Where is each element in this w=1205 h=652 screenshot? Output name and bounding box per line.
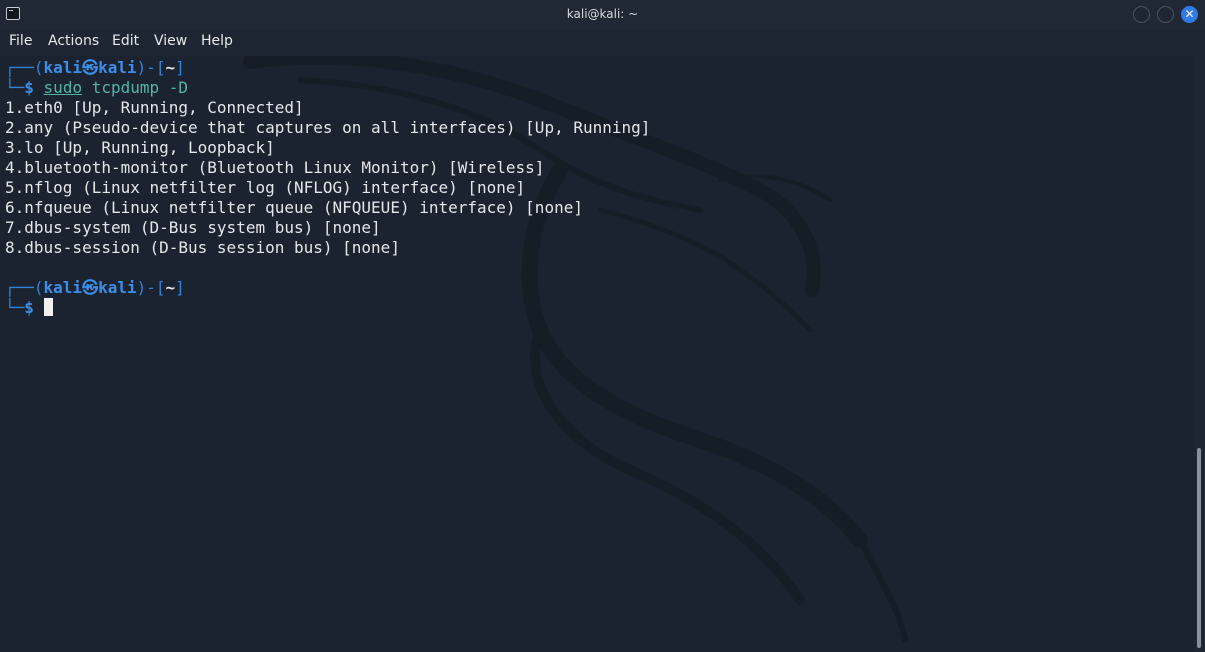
- output-line: 4.bluetooth-monitor (Bluetooth Linux Mon…: [5, 158, 545, 177]
- menu-edit[interactable]: Edit: [112, 33, 139, 49]
- prompt-frame: ┌──(: [5, 278, 44, 297]
- close-button[interactable]: ✕: [1181, 6, 1198, 23]
- window-title: kali@kali: ~: [566, 7, 639, 21]
- close-icon: ✕: [1184, 7, 1195, 21]
- output-line: 5.nflog (Linux netfilter log (NFLOG) int…: [5, 178, 526, 197]
- title-bar[interactable]: kali@kali: ~ ✕: [0, 0, 1205, 30]
- output-line: 3.lo [Up, Running, Loopback]: [5, 138, 275, 157]
- prompt-line-1: ┌──(kali㉿kali)-[~]: [5, 58, 185, 78]
- output-line: 7.dbus-system (D-Bus system bus) [none]: [5, 218, 381, 237]
- output-line: 1.eth0 [Up, Running, Connected]: [5, 98, 304, 117]
- command-text: tcpdump -D: [82, 78, 189, 97]
- prompt-frame-mid: )-[: [136, 278, 166, 297]
- prompt-host: kali: [98, 278, 137, 297]
- vertical-scrollbar[interactable]: [1195, 56, 1205, 652]
- prompt-frame-close: ]: [175, 58, 185, 77]
- terminal-output-area[interactable]: ┌──(kali㉿kali)-[~] └─$ sudo tcpdump -D 1…: [0, 56, 1195, 652]
- terminal-window: kali@kali: ~ ✕ File Actions Edit View He…: [0, 0, 1205, 652]
- menu-bar: File Actions Edit View Help: [0, 30, 1205, 54]
- command-line-2[interactable]: └─$: [5, 298, 53, 318]
- prompt-frame-close: ]: [175, 278, 185, 297]
- prompt-frame-bottom: └─: [5, 298, 25, 317]
- prompt-at-symbol: ㉿: [82, 278, 99, 297]
- command-line-1: └─$ sudo tcpdump -D: [5, 78, 188, 98]
- menu-view[interactable]: View: [154, 33, 187, 49]
- menu-file[interactable]: File: [9, 33, 32, 49]
- output-line: 6.nfqueue (Linux netfilter queue (NFQUEU…: [5, 198, 583, 217]
- prompt-user: kali: [43, 278, 83, 297]
- menu-help[interactable]: Help: [201, 33, 233, 49]
- maximize-button[interactable]: [1157, 6, 1174, 23]
- command-sudo: sudo: [43, 78, 83, 97]
- prompt-frame: ┌──(: [5, 58, 44, 77]
- prompt-frame-bottom: └─: [5, 78, 25, 97]
- output-line: 8.dbus-session (D-Bus session bus) [none…: [5, 238, 400, 257]
- prompt-line-2: ┌──(kali㉿kali)-[~]: [5, 278, 185, 298]
- output-line: 2.any (Pseudo-device that captures on al…: [5, 118, 651, 137]
- prompt-frame-mid: )-[: [136, 58, 166, 77]
- text-cursor: [43, 298, 53, 316]
- prompt-dollar: $: [24, 298, 34, 317]
- prompt-at-symbol: ㉿: [82, 58, 99, 77]
- prompt-user: kali: [43, 58, 83, 77]
- prompt-host: kali: [98, 58, 137, 77]
- minimize-button[interactable]: [1133, 6, 1150, 23]
- scrollbar-thumb[interactable]: [1197, 448, 1201, 648]
- prompt-path: ~: [165, 58, 176, 77]
- menu-actions[interactable]: Actions: [48, 33, 99, 49]
- prompt-path: ~: [165, 278, 176, 297]
- prompt-dollar: $: [24, 78, 34, 97]
